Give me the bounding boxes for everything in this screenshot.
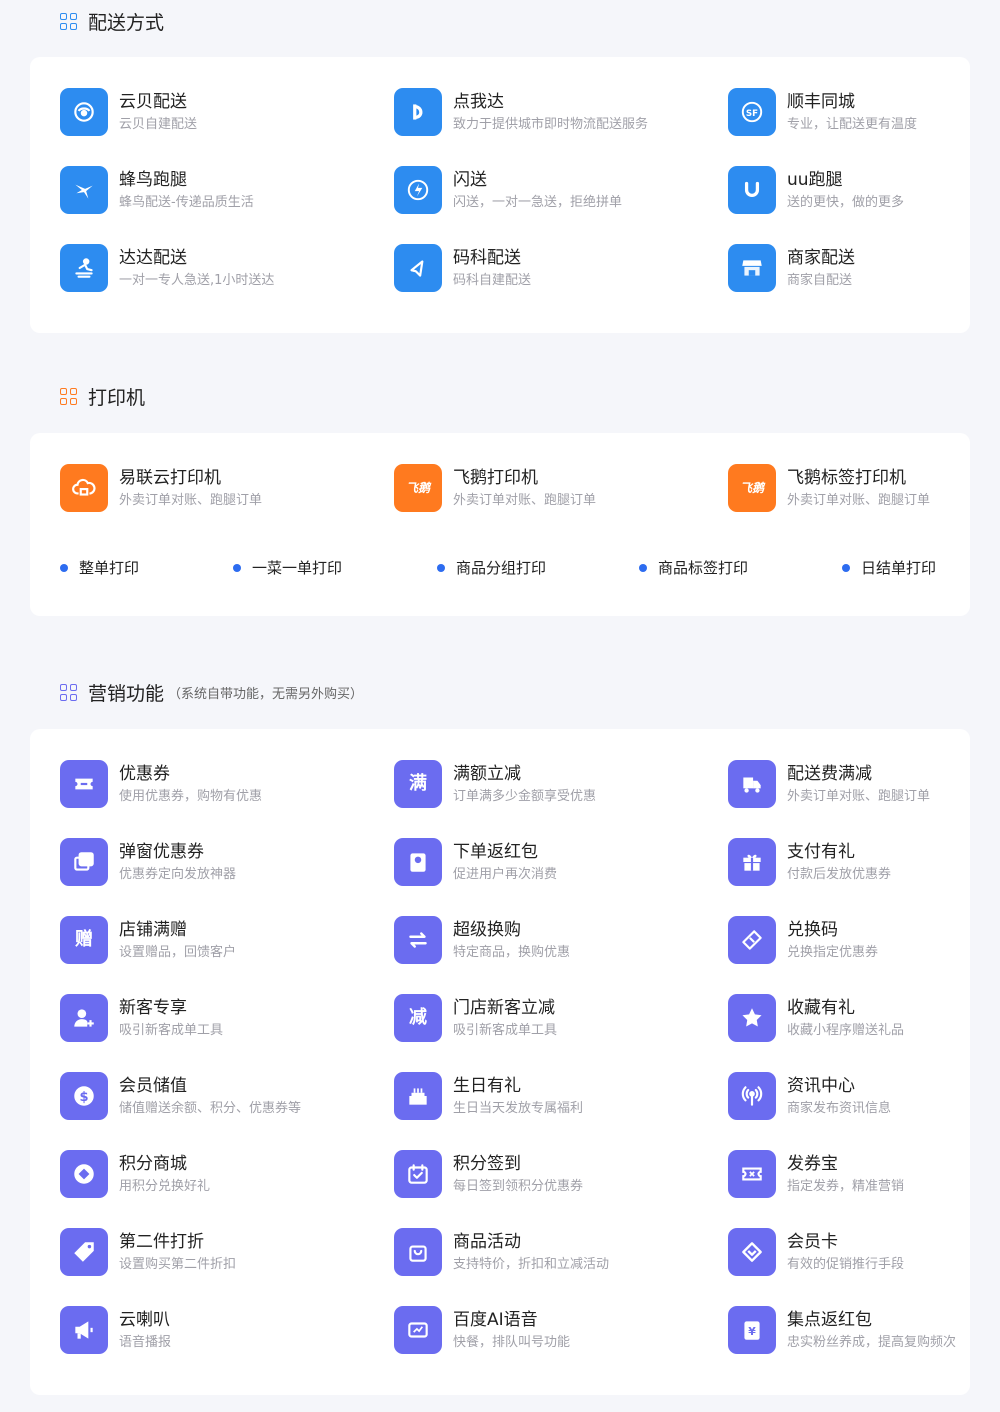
marketing-item-news-center[interactable]: 资讯中心 商家发布资讯信息 — [728, 1072, 891, 1120]
sf-icon: SF — [728, 88, 776, 136]
section-title-marketing: 营销功能 （系统自带功能，无需另外购买） — [60, 679, 363, 706]
svg-text:$: $ — [79, 1090, 88, 1105]
marketing-item-product-activity[interactable]: 商品活动 支持特价，折扣和立减活动 — [394, 1228, 609, 1276]
bullet-dot — [437, 563, 445, 572]
calendar-check-icon — [394, 1150, 442, 1198]
marketing-item-cloud-speaker[interactable]: 云喇叭 语音播报 — [60, 1306, 171, 1354]
delivery-item-merchant[interactable]: 商家配送 商家自配送 — [728, 244, 855, 292]
swap-icon — [394, 916, 442, 964]
marketing-item-coupon-treasure[interactable]: 发券宝 指定发券，精准营销 — [728, 1150, 904, 1198]
marketing-item-store-new-reduction[interactable]: 减 门店新客立减 吸引新客成单工具 — [394, 994, 557, 1042]
printer-feature: 商品分组打印 — [437, 557, 546, 578]
cloud-printer-icon — [60, 464, 108, 512]
delivery-item-uu[interactable]: uu跑腿 送的更快，做的更多 — [728, 166, 904, 214]
printer-item-feie[interactable]: 飞鹅 飞鹅打印机 外卖订单对账、跑腿订单 — [394, 464, 596, 512]
marketing-item-points-red-packet[interactable]: ¥ 集点返红包 忠实粉丝养成，提高复购频次 — [728, 1306, 956, 1354]
uu-icon — [728, 166, 776, 214]
broadcast-icon — [728, 1072, 776, 1120]
delivery-item-shansong[interactable]: 闪送 闪送，一对一急送，拒绝拼单 — [394, 166, 622, 214]
tag-icon — [60, 1228, 108, 1276]
voucher-icon — [728, 1150, 776, 1198]
dada-icon — [60, 244, 108, 292]
marketing-item-payment-gift[interactable]: 支付有礼 付款后发放优惠券 — [728, 838, 891, 886]
store-icon — [728, 244, 776, 292]
printer-feature: 整单打印 — [60, 557, 139, 578]
marketing-item-favorite-gift[interactable]: 收藏有礼 收藏小程序赠送礼品 — [728, 994, 904, 1042]
marketing-item-baidu-ai-voice[interactable]: 百度AI语音 快餐，排队叫号功能 — [394, 1306, 570, 1354]
delivery-item-make[interactable]: 码科配送 码科自建配送 — [394, 244, 531, 292]
bullet-dot — [233, 563, 241, 572]
printer-feature: 一菜一单打印 — [233, 557, 342, 578]
marketing-item-store-gift[interactable]: 赠 店铺满赠 设置赠品，回馈客户 — [60, 916, 236, 964]
cake-icon — [394, 1072, 442, 1120]
ticket-icon — [728, 916, 776, 964]
megaphone-icon — [60, 1306, 108, 1354]
man-text-icon: 满 — [394, 760, 442, 808]
feie-logo-icon: 飞鹅 — [728, 464, 776, 512]
delivery-item-shunfeng[interactable]: SF 顺丰同城 专业，让配送更有温度 — [728, 88, 917, 136]
delivery-item-dianwoda[interactable]: 点我达 致力于提供城市即时物流配送服务 — [394, 88, 648, 136]
star-icon — [728, 994, 776, 1042]
marketing-item-points-mall[interactable]: 积分商城 用积分兑换好礼 — [60, 1150, 210, 1198]
maker-icon — [394, 244, 442, 292]
marketing-item-delivery-fee-reduction[interactable]: 配送费满减 外卖订单对账、跑腿订单 — [728, 760, 930, 808]
marketing-item-birthday-gift[interactable]: 生日有礼 生日当天发放专属福利 — [394, 1072, 583, 1120]
printer-feature: 商品标签打印 — [639, 557, 748, 578]
new-user-icon — [60, 994, 108, 1042]
delivery-item-dada[interactable]: 达达配送 一对一专人急送,1小时送达 — [60, 244, 274, 292]
lightning-icon — [394, 166, 442, 214]
dollar-icon: $ — [60, 1072, 108, 1120]
coupon-icon — [60, 760, 108, 808]
marketing-item-new-customer[interactable]: 新客专享 吸引新客成单工具 — [60, 994, 223, 1042]
dianwoda-icon — [394, 88, 442, 136]
feie-logo-icon: 飞鹅 — [394, 464, 442, 512]
bullet-dot — [639, 563, 647, 572]
grid-icon — [60, 387, 78, 406]
delivery-item-fengniao[interactable]: 蜂鸟跑腿 蜂鸟配送-传递品质生活 — [60, 166, 254, 214]
marketing-item-order-red-packet[interactable]: 下单返红包 促进用户再次消费 — [394, 838, 557, 886]
marketing-item-member-card[interactable]: 会员卡 有效的促销推行手段 — [728, 1228, 904, 1276]
popup-icon — [60, 838, 108, 886]
printer-card: 易联云打印机 外卖订单对账、跑腿订单 飞鹅 飞鹅打印机 外卖订单对账、跑腿订单 飞鹅… — [30, 433, 970, 616]
grid-icon — [60, 12, 78, 31]
printer-feature: 日结单打印 — [842, 557, 936, 578]
diamond-icon — [728, 1228, 776, 1276]
ai-voice-icon — [394, 1306, 442, 1354]
red-packet-icon — [394, 838, 442, 886]
printer-item-yilianyun[interactable]: 易联云打印机 外卖订单对账、跑腿订单 — [60, 464, 262, 512]
marketing-item-member-stored-value[interactable]: $ 会员储值 储值赠送余额、积分、优惠券等 — [60, 1072, 301, 1120]
marketing-card: 优惠券 使用优惠券，购物有优惠 满 满额立减 订单满多少金额享受优惠 配送费满减 外卖… — [30, 729, 970, 1395]
yen-packet-icon: ¥ — [728, 1306, 776, 1354]
points-icon — [60, 1150, 108, 1198]
svg-text:¥: ¥ — [748, 1325, 756, 1338]
marketing-item-popup-coupon[interactable]: 弹窗优惠券 优惠券定向发放神器 — [60, 838, 236, 886]
zeng-text-icon: 赠 — [60, 916, 108, 964]
section-title-printer: 打印机 — [60, 383, 145, 410]
marketing-item-full-reduction[interactable]: 满 满额立减 订单满多少金额享受优惠 — [394, 760, 596, 808]
truck-icon — [728, 760, 776, 808]
bullet-dot — [60, 563, 68, 572]
hummingbird-icon — [60, 166, 108, 214]
delivery-card: 云贝配送 云贝自建配送 点我达 致力于提供城市即时物流配送服务 SF 顺丰同城 专业，… — [30, 57, 970, 333]
bag-icon — [394, 1228, 442, 1276]
marketing-item-second-discount[interactable]: 第二件打折 设置购买第二件折扣 — [60, 1228, 236, 1276]
gift-icon — [728, 838, 776, 886]
bullet-dot — [842, 563, 850, 572]
cloud-delivery-icon — [60, 88, 108, 136]
section-title-delivery: 配送方式 — [60, 8, 164, 35]
grid-icon — [60, 683, 78, 702]
marketing-item-super-swap[interactable]: 超级换购 特定商品，换购优惠 — [394, 916, 570, 964]
marketing-item-points-checkin[interactable]: 积分签到 每日签到领积分优惠券 — [394, 1150, 583, 1198]
svg-text:SF: SF — [746, 109, 758, 119]
jian-text-icon: 减 — [394, 994, 442, 1042]
marketing-item-redeem-code[interactable]: 兑换码 兑换指定优惠券 — [728, 916, 878, 964]
delivery-item-yunbei[interactable]: 云贝配送 云贝自建配送 — [60, 88, 197, 136]
printer-item-feie-label[interactable]: 飞鹅 飞鹅标签打印机 外卖订单对账、跑腿订单 — [728, 464, 930, 512]
marketing-item-coupon[interactable]: 优惠券 使用优惠券，购物有优惠 — [60, 760, 262, 808]
